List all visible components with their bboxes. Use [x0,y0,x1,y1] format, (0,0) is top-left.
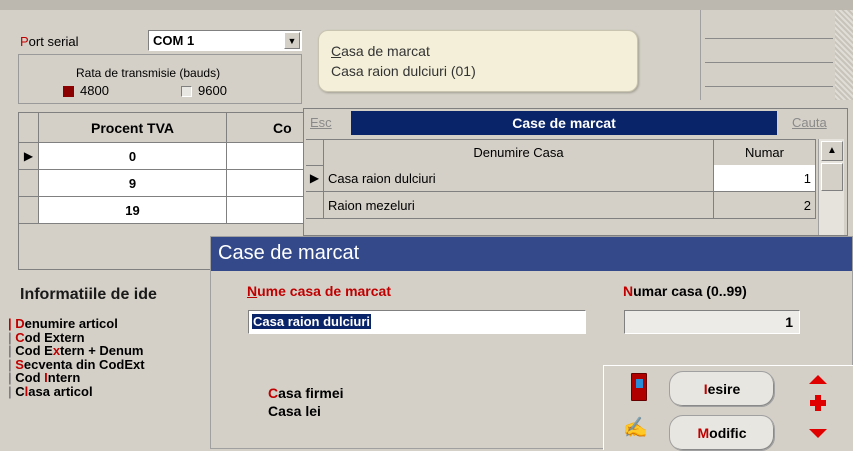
col-header-number[interactable]: Numar [714,140,816,166]
row-selector[interactable]: ▶ [306,165,324,192]
grid-row-container: Raion mezeluri 2 [306,192,816,219]
grid-title-bar: Case de marcat [351,111,777,135]
row-selector[interactable]: ▶ [19,143,39,170]
currency-register-label: Casa lei [268,403,321,419]
form-title-bar: Case de marcat [211,237,852,271]
number-field-label: Numar casa (0..99) [623,283,747,299]
grid-title: Case de marcat [512,115,616,131]
info-option[interactable]: | Cod Extern + Denum [8,344,208,358]
top-strip [0,0,853,10]
name-field[interactable]: Casa raion dulciuri [248,310,586,334]
modify-button[interactable]: Modific [669,415,775,451]
vat-row-selector-header [19,113,39,143]
grid-row-container: ▶ Casa raion dulciuri 1 [306,165,816,192]
rate-4800-checkbox[interactable] [63,86,74,97]
grid-row-selector-header [306,140,324,166]
rate-9600-label: 9600 [198,83,227,98]
move-down-icon[interactable] [809,429,827,438]
divider [705,62,833,63]
exit-button[interactable]: Iesire [669,371,775,407]
grid-scrollbar[interactable]: ▲ [818,139,844,235]
divider [705,38,833,39]
move-up-icon[interactable] [809,375,827,384]
scroll-up-icon[interactable]: ▲ [821,141,843,161]
rate-4800-label: 4800 [80,83,109,98]
chevron-down-icon[interactable]: ▼ [284,32,300,49]
door-icon [631,373,647,401]
tooltip-title: Casa de marcat [331,43,430,59]
info-option[interactable]: | Secventa din CodExt [8,357,208,372]
tooltip-box: Casa de marcat Casa raion dulciuri (01) [318,30,638,92]
row-selector[interactable] [306,192,324,219]
col-header-name[interactable]: Denumire Casa [324,140,714,166]
name-field-label: Nume casa de marcat [247,283,391,299]
info-options-list: | Denumire articol | Cod Extern | Cod Ex… [8,317,208,398]
scroll-thumb[interactable] [821,163,843,191]
baud-rate-label: Rata de transmisie (bauds) [76,66,221,80]
vat-col-header: Procent TVA [39,113,227,143]
grid-cell-number[interactable]: 2 [714,192,816,219]
info-option[interactable]: | Clasa articol [8,384,208,399]
esc-button[interactable]: Esc [310,115,332,130]
add-icon[interactable] [810,395,826,411]
form-window: Case de marcat Nume casa de marcat Casa … [210,236,853,451]
table-cell[interactable] [227,197,309,224]
rate-9600-checkbox[interactable] [181,86,192,97]
info-option[interactable]: | Cod Intern [8,371,208,385]
note-pen-icon: ✍ [623,417,648,439]
port-serial-select[interactable]: COM 1 ▼ [148,30,302,51]
hatched-strip [835,10,853,100]
table-cell[interactable] [227,143,309,170]
info-group-title: Informatiile de ide [20,286,157,303]
table-row[interactable]: 19 [39,197,227,224]
grid-cell-name[interactable]: Raion mezeluri [324,192,714,219]
table-row[interactable]: 0 [39,143,227,170]
number-field[interactable]: 1 [624,310,800,334]
info-option[interactable]: | Denumire articol [8,317,208,331]
row-selector[interactable] [19,170,39,197]
form-title: Case de marcat [218,242,360,264]
search-button[interactable]: Cauta [792,115,827,130]
row-selector[interactable] [19,197,39,224]
divider [705,86,833,87]
company-register-label: Casa firmei [268,385,344,401]
grid-cell-name[interactable]: Casa raion dulciuri [324,165,714,192]
grid-window: Esc Case de marcat Cauta Denumire Casa N… [303,108,848,236]
table-row[interactable]: 9 [39,170,227,197]
port-serial-label: Port serial [20,34,79,49]
table-cell[interactable] [227,170,309,197]
grid-toolbar: Esc Case de marcat Cauta [304,109,847,137]
info-option[interactable]: | Cod Extern [8,330,208,345]
grid-cell-number[interactable]: 1 [714,165,816,192]
tooltip-subtitle: Casa raion dulciuri (01) [331,63,476,79]
code-col-header: Co [227,113,309,143]
grid-header: Denumire Casa Numar [306,139,816,166]
